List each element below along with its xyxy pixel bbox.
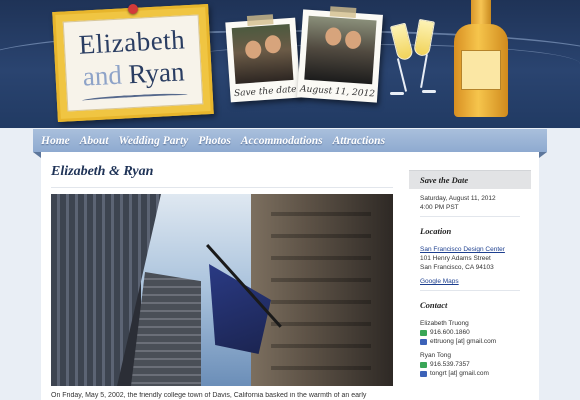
location-heading: Location — [420, 226, 452, 236]
title-divider — [51, 187, 393, 188]
venue-link[interactable]: San Francisco Design Center — [409, 245, 531, 254]
nav-ribbon-fold-right — [539, 152, 547, 158]
google-maps-link[interactable]: Google Maps — [409, 277, 531, 286]
address-line1: 101 Henry Adams Street — [420, 255, 491, 262]
save-the-date-heading: Save the Date — [409, 170, 531, 189]
logo-underline — [81, 92, 188, 104]
polaroid-caption: Save the date — [233, 84, 297, 100]
mail-icon — [420, 370, 427, 377]
nav-attractions[interactable]: Attractions — [333, 135, 385, 147]
contact-email[interactable]: ettruong [at] gmail.com — [409, 337, 531, 346]
tape-strip — [329, 6, 357, 19]
logo-and-ryan: and Ryan — [66, 55, 201, 93]
contact-name: Elizabeth Truong — [420, 320, 469, 327]
contact-heading: Contact — [420, 300, 448, 310]
sidebar: Save the Date Saturday, August 11, 2012 … — [409, 170, 531, 400]
email-address: tongrt [at] gmail.com — [430, 370, 489, 377]
couple-photo — [304, 15, 377, 85]
address-line2: San Francisco, CA 94103 — [420, 264, 494, 271]
event-time: 4:00 PM PST — [420, 204, 459, 211]
content-area: Elizabeth & Ryan On Friday, May 5, 2002,… — [41, 152, 539, 400]
champagne-bottle-icon — [452, 0, 510, 117]
phone-icon — [420, 361, 427, 368]
polaroid-save-the-date: Save the date — [225, 14, 301, 103]
contact-name: Ryan Tong — [420, 352, 451, 359]
champagne-glasses-icon — [386, 18, 442, 108]
nav-accommodations[interactable]: Accommodations — [241, 135, 323, 147]
polaroid-caption: August 11, 2012 — [299, 84, 376, 100]
event-date: Saturday, August 11, 2012 — [420, 195, 496, 202]
couple-photo — [231, 24, 294, 84]
site-header: Elizabeth and Ryan Save the date August … — [0, 0, 580, 128]
logo-card: Elizabeth and Ryan — [62, 14, 204, 112]
nav-home[interactable]: Home — [41, 135, 70, 147]
nav-ribbon-fold-left — [33, 152, 41, 158]
page-title: Elizabeth & Ryan — [51, 164, 154, 179]
pushpin-icon — [128, 4, 138, 14]
mail-icon — [420, 338, 427, 345]
phone-icon — [420, 329, 427, 336]
intro-paragraph: On Friday, May 5, 2002, the friendly col… — [51, 392, 367, 399]
logo-name-ryan: Ryan — [127, 56, 186, 90]
tape-strip — [246, 14, 274, 26]
phone-number: 916.539.7357 — [430, 361, 470, 368]
polaroid-wedding-date: August 11, 2012 — [297, 6, 383, 103]
contact-phone: 916.539.7357 — [409, 360, 531, 369]
logo-and: and — [82, 59, 123, 92]
hero-photo — [51, 194, 393, 386]
contact-phone: 916.600.1860 — [409, 328, 531, 337]
nav-about[interactable]: About — [80, 135, 109, 147]
nav-wedding-party[interactable]: Wedding Party — [119, 135, 189, 147]
site-logo[interactable]: Elizabeth and Ryan — [52, 3, 214, 123]
main-navigation: Home About Wedding Party Photos Accommod… — [33, 129, 547, 152]
email-address: ettruong [at] gmail.com — [430, 338, 497, 345]
nav-photos[interactable]: Photos — [198, 135, 231, 147]
contact-email[interactable]: tongrt [at] gmail.com — [409, 369, 531, 378]
phone-number: 916.600.1860 — [430, 329, 470, 336]
